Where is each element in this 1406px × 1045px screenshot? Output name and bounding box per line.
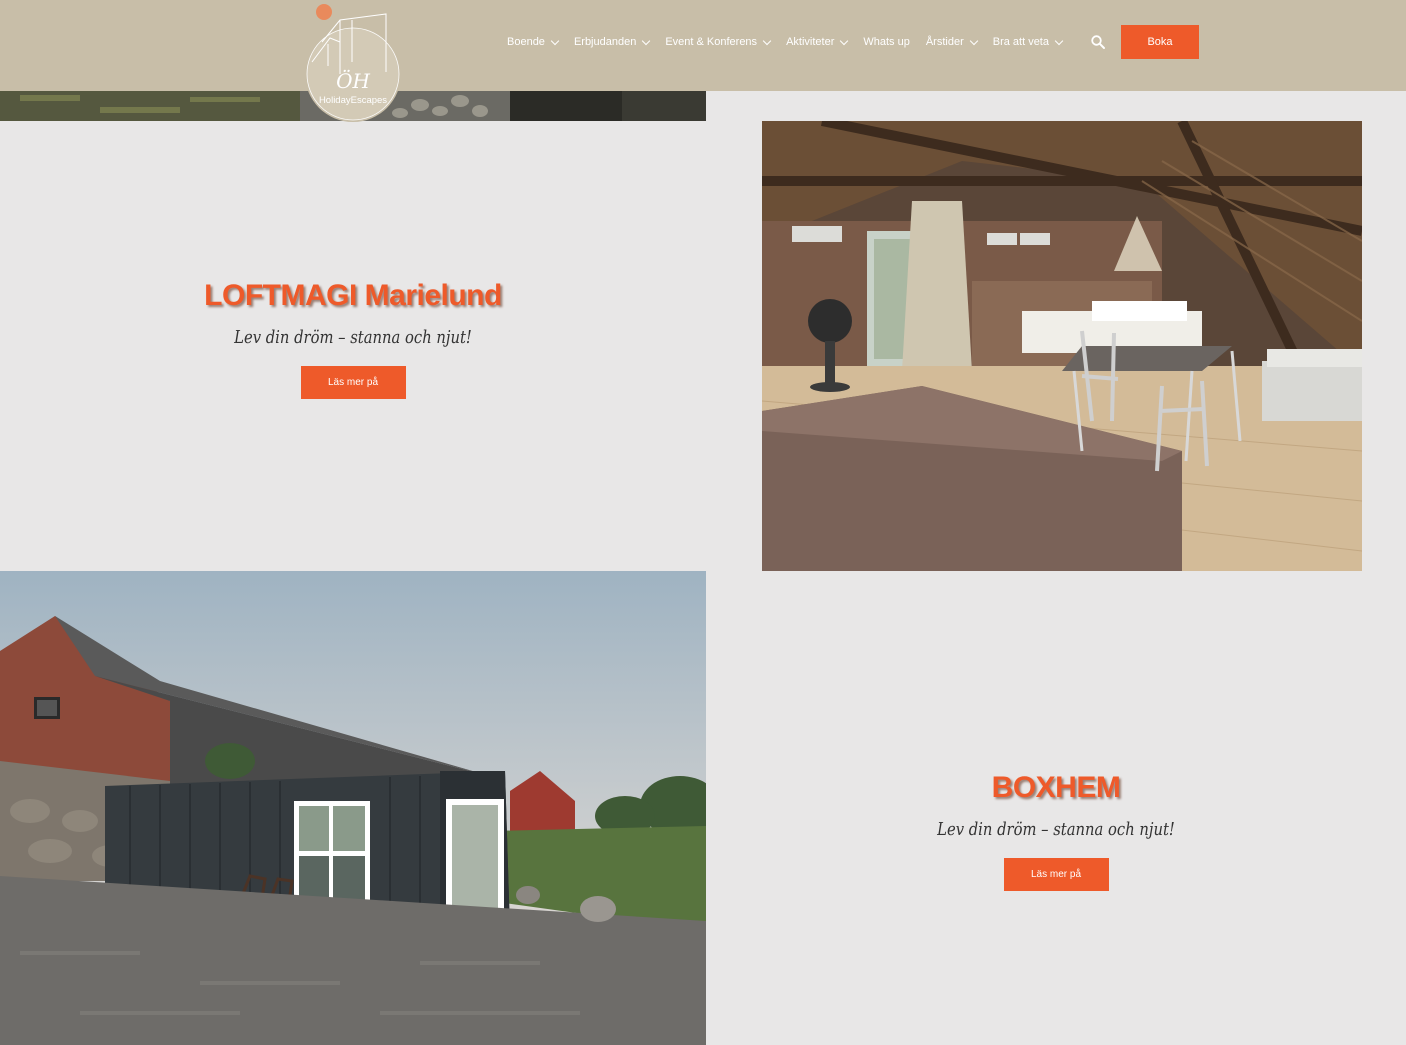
main-nav: Boende Erbjudanden Event & Konferens Akt…	[507, 31, 1078, 53]
nav-item-label: Aktiviteter	[786, 36, 835, 48]
section-tagline: Lev din dröm – stanna och njut!	[234, 327, 472, 348]
nav-item-label: Erbjudanden	[573, 36, 637, 48]
nav-item-label: Årstider	[925, 36, 964, 48]
nav-item-label: Event & Konferens	[665, 36, 758, 48]
chevron-down-icon	[762, 36, 772, 45]
site-logo[interactable]: ÖH HolidayEscapes	[304, 2, 402, 128]
chevron-down-icon	[642, 36, 651, 45]
chevron-down-icon	[1054, 36, 1064, 45]
loft-interior-image	[762, 121, 1362, 571]
nav-item-whats-up[interactable]: Whats up	[863, 36, 909, 48]
svg-text:ÖH: ÖH	[336, 68, 370, 93]
nav-item-boende[interactable]: Boende	[507, 36, 560, 48]
nav-item-arstider[interactable]: Årstider	[925, 36, 978, 48]
nav-item-label: Boende	[507, 36, 545, 48]
read-more-button[interactable]: Läs mer på	[1003, 858, 1109, 891]
book-button[interactable]: Boka	[1121, 25, 1199, 59]
nav-item-event-konferens[interactable]: Event & Konferens	[665, 36, 772, 48]
search-icon[interactable]	[1090, 34, 1106, 50]
nav-item-aktiviteter[interactable]: Aktiviteter	[786, 36, 849, 48]
section-title: LOFTMAGI Marielund	[204, 279, 502, 312]
nav-item-erbjudanden[interactable]: Erbjudanden	[573, 36, 651, 48]
section-tagline: Lev din dröm – stanna och njut!	[937, 819, 1175, 840]
svg-text:HolidayEscapes: HolidayEscapes	[319, 95, 387, 106]
nav-item-label: Whats up	[863, 36, 910, 48]
loft-section: LOFTMAGI Marielund Lev din dröm – stanna…	[0, 270, 706, 399]
boxhem-section: BOXHEM Lev din dröm – stanna och njut! L…	[706, 762, 1406, 891]
chevron-down-icon	[550, 36, 560, 45]
chevron-down-icon	[969, 36, 978, 45]
read-more-button[interactable]: Läs mer på	[300, 366, 406, 399]
nav-item-bra-att-veta[interactable]: Bra att veta	[992, 36, 1064, 48]
chevron-down-icon	[840, 36, 849, 45]
section-title: BOXHEM	[991, 771, 1121, 804]
container-house-image	[0, 571, 706, 1045]
nav-item-label: Bra att veta	[992, 36, 1049, 48]
